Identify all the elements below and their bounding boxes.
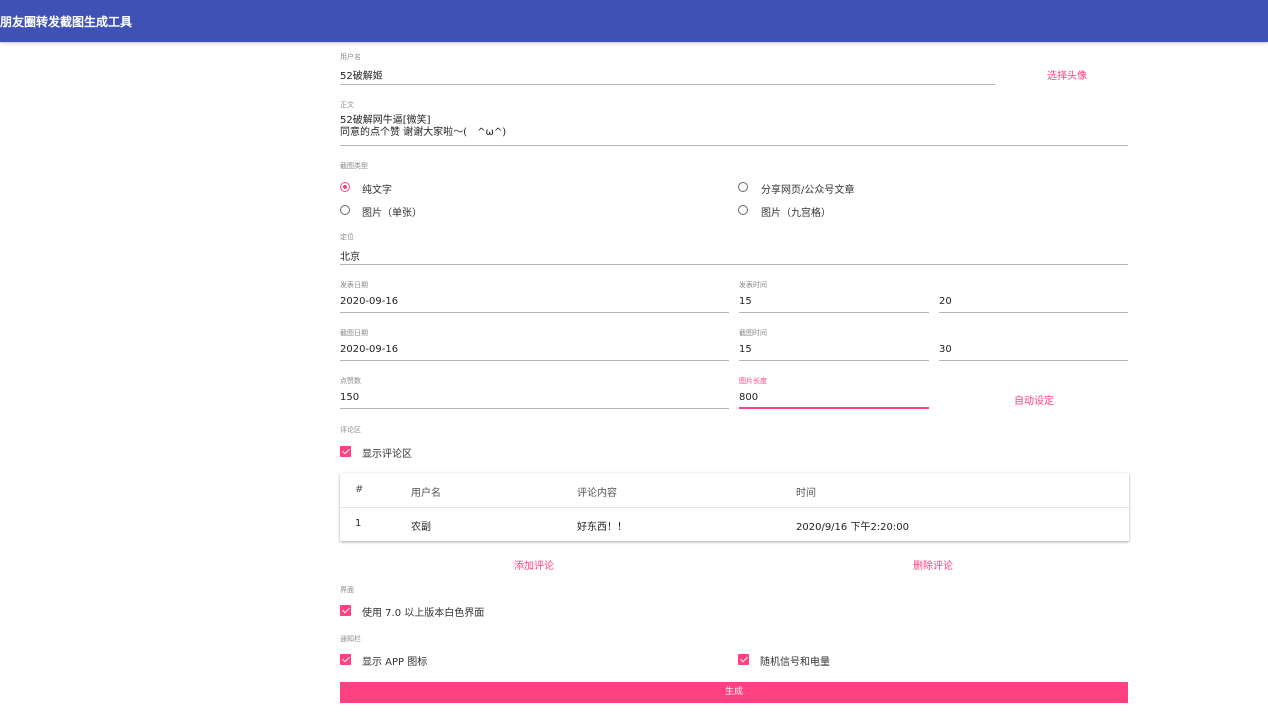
radio-text-only[interactable]: 纯文字 <box>340 181 540 196</box>
choose-avatar-button[interactable]: 选择头像 <box>1047 67 1087 82</box>
auto-set-button[interactable]: 自动设定 <box>1014 392 1054 407</box>
table-row[interactable]: 1 农副 好东西！！ 2020/9/16 下午2:20:00 <box>340 508 1129 541</box>
radio-nine-grid-label: 图片（九宫格） <box>761 208 831 219</box>
publish-hour-input[interactable]: 15 <box>739 296 752 307</box>
body-textarea[interactable]: 52破解网牛逼[微笑] 同意的点个赞 谢谢大家啦～( ^ω^) <box>340 115 1128 139</box>
body-line-1: 52破解网牛逼[微笑] <box>340 115 431 126</box>
location-underline <box>340 264 1128 265</box>
show-app-icon-checkbox[interactable]: 显示 APP 图标 <box>340 653 540 668</box>
checkbox-checked-icon <box>738 654 749 665</box>
table-header-content: 评论内容 <box>577 488 617 499</box>
delete-comment-button[interactable]: 删除评论 <box>913 557 953 572</box>
publish-time-label: 发表时间 <box>739 281 767 289</box>
image-length-input[interactable]: 800 <box>739 392 758 403</box>
body-line-2: 同意的点个赞 谢谢大家啦～( ^ω^) <box>340 127 507 138</box>
comments-table: # 用户名 评论内容 时间 1 农副 好东西！！ 2020/9/16 下午2:2… <box>340 473 1129 541</box>
show-comments-label: 显示评论区 <box>362 449 412 460</box>
radio-text-only-label: 纯文字 <box>362 185 392 196</box>
table-header-time: 时间 <box>796 488 816 499</box>
publish-hour-underline <box>739 312 929 313</box>
publish-minute-input[interactable]: 20 <box>939 296 952 307</box>
row-user: 农副 <box>411 522 431 533</box>
likes-label: 点赞数 <box>340 377 361 385</box>
radio-icon-checked <box>340 182 350 192</box>
radio-share-webpage[interactable]: 分享网页/公众号文章 <box>738 181 938 196</box>
capture-minute-underline <box>939 360 1128 361</box>
app-bar: 朋友圈转发截图生成工具 <box>0 0 1268 42</box>
publish-minute-underline <box>939 312 1128 313</box>
radio-single-image[interactable]: 图片（单张） <box>340 204 540 219</box>
checkbox-checked-icon <box>340 654 351 665</box>
location-input[interactable]: 北京 <box>340 248 360 263</box>
likes-input[interactable]: 150 <box>340 392 359 403</box>
generate-button[interactable]: 生成 <box>340 682 1128 703</box>
random-signal-label: 随机信号和电量 <box>760 657 830 668</box>
app-title: 朋友圈转发截图生成工具 <box>0 15 133 29</box>
radio-nine-grid[interactable]: 图片（九宫格） <box>738 204 938 219</box>
checkbox-checked-icon <box>340 446 351 457</box>
radio-icon <box>738 205 748 215</box>
screenshot-type-label: 截图类型 <box>340 162 368 170</box>
publish-date-label: 发表日期 <box>340 281 368 289</box>
notification-section-label: 通知栏 <box>340 635 361 643</box>
row-time: 2020/9/16 下午2:20:00 <box>796 522 910 533</box>
capture-minute-input[interactable]: 30 <box>939 344 952 355</box>
radio-share-webpage-label: 分享网页/公众号文章 <box>761 185 855 196</box>
location-label: 定位 <box>340 233 354 241</box>
add-comment-button[interactable]: 添加评论 <box>514 557 554 572</box>
likes-underline <box>340 408 729 409</box>
white-ui-checkbox[interactable]: 使用 7.0 以上版本白色界面 <box>340 604 590 619</box>
publish-date-underline <box>340 312 729 313</box>
radio-icon <box>738 182 748 192</box>
radio-icon <box>340 205 350 215</box>
username-label: 用户名 <box>340 53 361 61</box>
username-input[interactable]: 52破解姬 <box>340 67 383 82</box>
show-comments-checkbox[interactable]: 显示评论区 <box>340 445 540 460</box>
capture-hour-input[interactable]: 15 <box>739 344 752 355</box>
table-header-index: # <box>355 484 364 495</box>
publish-date-input[interactable]: 2020-09-16 <box>340 296 398 307</box>
capture-date-input[interactable]: 2020-09-16 <box>340 344 398 355</box>
checkbox-checked-icon <box>340 605 351 616</box>
show-app-icon-label: 显示 APP 图标 <box>362 657 428 668</box>
capture-date-underline <box>340 360 729 361</box>
random-signal-checkbox[interactable]: 随机信号和电量 <box>738 653 938 668</box>
image-length-underline <box>739 407 929 409</box>
ui-section-label: 界面 <box>340 586 354 594</box>
comments-section-label: 评论区 <box>340 426 361 434</box>
username-underline <box>340 84 995 85</box>
image-length-label: 图片长度 <box>739 377 767 385</box>
white-ui-label: 使用 7.0 以上版本白色界面 <box>362 608 485 619</box>
body-underline <box>340 145 1128 146</box>
row-content: 好东西！！ <box>577 522 627 533</box>
row-index: 1 <box>355 518 362 529</box>
capture-date-label: 截图日期 <box>340 329 368 337</box>
radio-single-image-label: 图片（单张） <box>362 208 422 219</box>
table-header-user: 用户名 <box>411 488 441 499</box>
body-label: 正文 <box>340 101 354 109</box>
capture-hour-underline <box>739 360 929 361</box>
capture-time-label: 截图时间 <box>739 329 767 337</box>
